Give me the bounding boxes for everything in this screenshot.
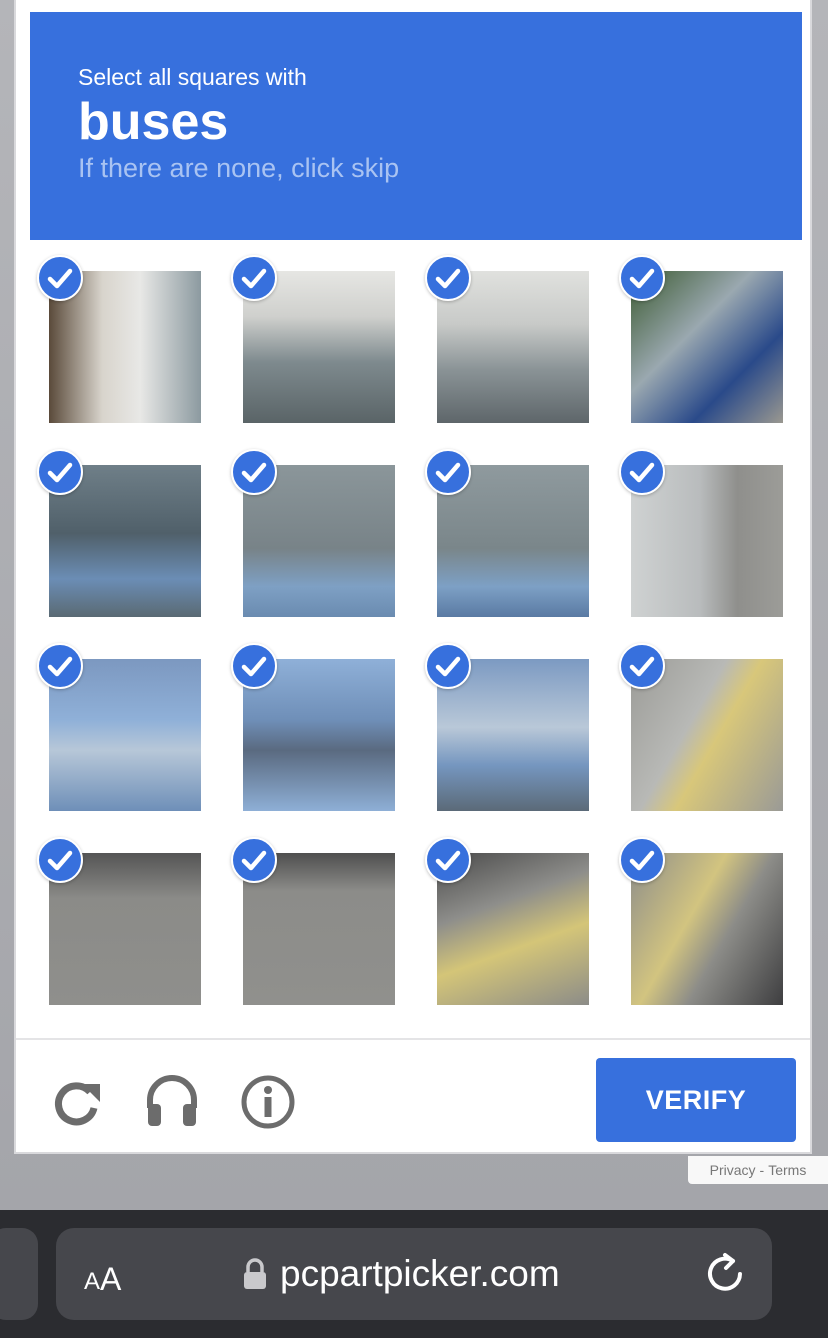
privacy-link[interactable]: Privacy (710, 1162, 756, 1178)
checkmark-icon (231, 255, 277, 301)
checkmark-icon (231, 449, 277, 495)
page-reload-button[interactable] (702, 1250, 748, 1298)
checkmark-icon (231, 837, 277, 883)
checkmark-icon (619, 643, 665, 689)
previous-tab[interactable] (0, 1228, 38, 1320)
checkmark-icon (37, 837, 83, 883)
checkmark-icon (619, 449, 665, 495)
info-icon (241, 1075, 295, 1129)
reload-icon (55, 1082, 100, 1126)
checkmark-icon (425, 449, 471, 495)
headphones-icon (147, 1075, 197, 1126)
legal-separator: - (759, 1162, 765, 1178)
checkmark-icon (619, 255, 665, 301)
checkmark-icon (37, 449, 83, 495)
audio-challenge-button[interactable] (140, 1068, 204, 1132)
text-size-small-letter: A (84, 1268, 101, 1295)
checkmark-icon (37, 255, 83, 301)
captcha-header: Select all squares with buses If there a… (30, 12, 802, 240)
checkmark-icon (425, 255, 471, 301)
text-size-big-letter: A (100, 1261, 122, 1297)
verify-button[interactable]: VERIFY (596, 1058, 796, 1142)
checkmark-icon (425, 643, 471, 689)
checkmark-icon (425, 837, 471, 883)
info-button[interactable] (236, 1070, 300, 1134)
lock-icon (244, 1258, 266, 1289)
target-keyword: buses (78, 93, 229, 151)
checkmark-icon (37, 643, 83, 689)
footer-divider (16, 1038, 810, 1040)
privacy-terms: Privacy - Terms (688, 1156, 828, 1184)
url-domain: pcpartpicker.com (280, 1253, 560, 1294)
skip-hint: If there are none, click skip (78, 153, 400, 183)
reload-challenge-button[interactable] (44, 1070, 108, 1134)
checkmark-icon (231, 643, 277, 689)
url-display[interactable]: pcpartpicker.com (242, 1248, 560, 1300)
checkmark-icon (619, 837, 665, 883)
terms-link[interactable]: Terms (768, 1162, 806, 1178)
instruction-text: Select all squares with (78, 64, 307, 90)
text-size-button[interactable]: A A (84, 1252, 121, 1296)
reload-icon (708, 1253, 742, 1291)
